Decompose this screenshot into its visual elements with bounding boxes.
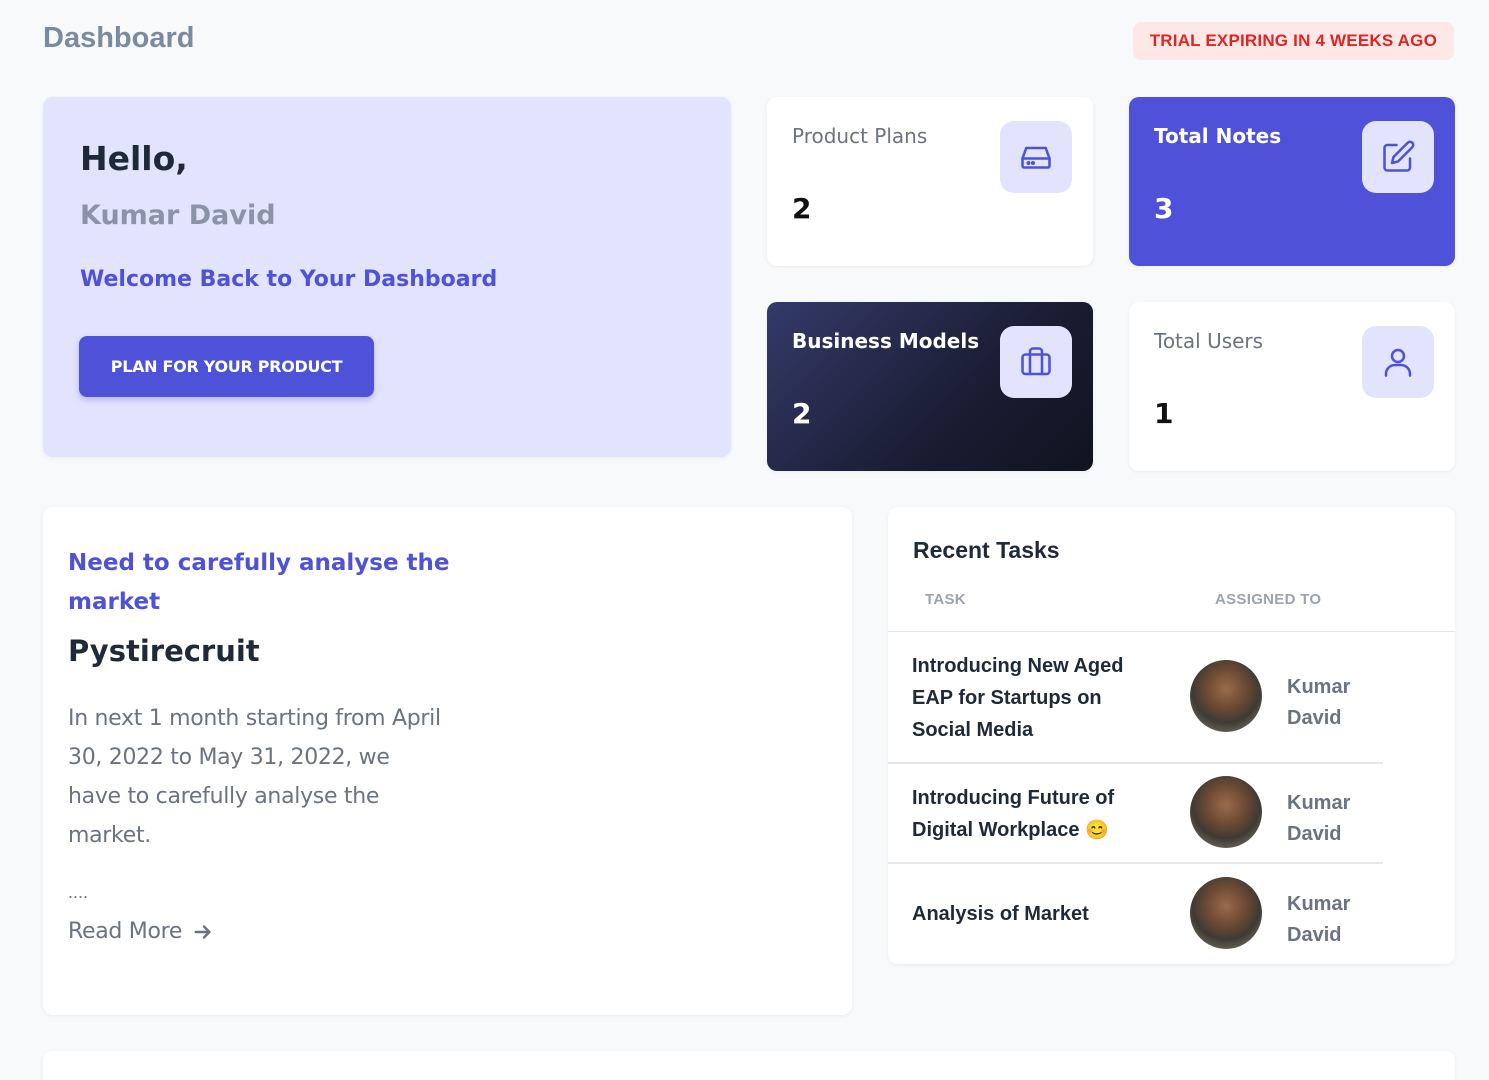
table-row[interactable]: Introducing New Aged EAP for Startups on… (888, 632, 1383, 764)
stat-value: 3 (1154, 192, 1174, 225)
article-card: Need to carefully analyse the market Pys… (43, 507, 852, 1015)
article-title: Pystirecruit (68, 634, 260, 668)
table-row[interactable]: Analysis of Market Kumar David (888, 864, 1383, 964)
stat-card-total-notes[interactable]: Total Notes 3 (1129, 97, 1455, 266)
trial-status-badge: TRIAL EXPIRING IN 4 WEEKS AGO (1132, 22, 1454, 60)
task-name-cell: Introducing Future of Digital Workplace … (912, 782, 1152, 847)
stat-card-total-users[interactable]: Total Users 1 (1129, 302, 1455, 471)
assignee-name: Kumar David (1287, 792, 1351, 845)
briefcase-icon (1000, 326, 1072, 398)
assignee-name: Kumar David (1287, 676, 1351, 729)
task-name: Introducing Future of Digital Workplace (912, 787, 1115, 841)
recent-tasks-card: Recent Tasks TASK ASSIGNED TO Introducin… (888, 507, 1455, 964)
column-header-task: TASK (925, 591, 966, 608)
article-ellipsis: .... (68, 882, 89, 902)
stat-value: 1 (1154, 397, 1174, 430)
greeting: Hello, (80, 139, 188, 178)
bottom-card (43, 1051, 1455, 1080)
article-body: In next 1 month starting from April 30, … (68, 706, 441, 848)
table-row[interactable]: Introducing Future of Digital Workplace … (888, 764, 1383, 864)
tasks-title: Recent Tasks (913, 537, 1060, 563)
task-name: Analysis of Market (912, 903, 1089, 925)
column-header-assigned-to: ASSIGNED TO (1215, 591, 1322, 608)
stat-value: 2 (792, 192, 812, 225)
stat-label: Business Models (792, 329, 980, 353)
smile-emoji-icon: 😊 (1085, 820, 1109, 841)
edit-icon (1362, 121, 1434, 193)
user-name: Kumar David (80, 200, 276, 231)
welcome-message: Welcome Back to Your Dashboard (80, 267, 498, 292)
page-title: Dashboard (43, 22, 195, 54)
arrow-right-icon (194, 924, 211, 939)
drive-icon (1000, 121, 1072, 193)
task-name: Introducing New Aged EAP for Startups on… (912, 655, 1124, 741)
stat-card-product-plans[interactable]: Product Plans 2 (767, 97, 1093, 266)
plan-product-button[interactable]: PLAN FOR YOUR PRODUCT (79, 336, 374, 397)
stat-card-business-models[interactable]: Business Models 2 (767, 302, 1093, 471)
tasks-table-header: TASK ASSIGNED TO (888, 589, 1455, 632)
read-more-link[interactable]: Read More (68, 919, 214, 944)
avatar (1190, 877, 1262, 949)
welcome-card: Hello, Kumar David Welcome Back to Your … (43, 97, 731, 457)
article-kicker: Need to carefully analyse the market (68, 550, 450, 615)
assignee-name: Kumar David (1287, 893, 1351, 946)
avatar (1190, 776, 1262, 848)
user-icon (1362, 326, 1434, 398)
stat-label: Product Plans (792, 124, 928, 148)
stat-label: Total Users (1154, 329, 1264, 353)
avatar (1190, 660, 1262, 732)
read-more-label: Read More (68, 919, 183, 944)
stat-value: 2 (792, 397, 812, 430)
stat-label: Total Notes (1154, 124, 1282, 148)
